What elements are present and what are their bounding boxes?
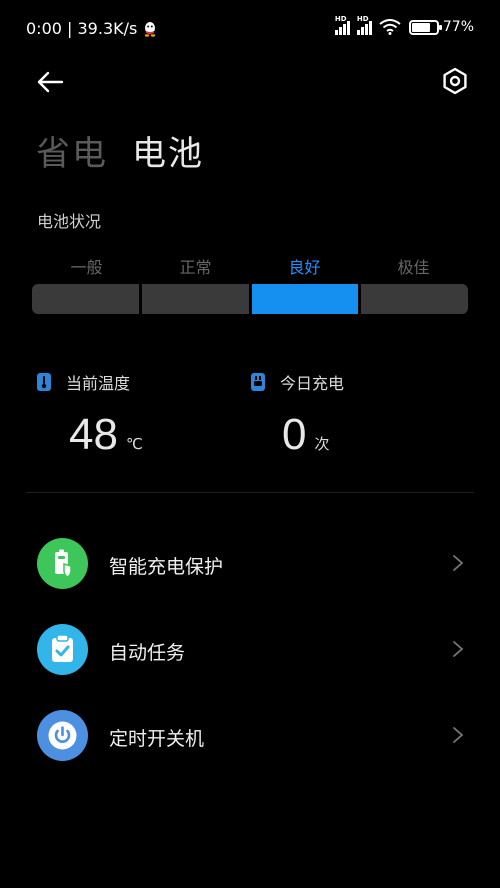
tab-battery[interactable]: 电池 bbox=[132, 126, 204, 175]
status-left: 0:00 | 39.3K/s bbox=[26, 19, 158, 38]
list-item-auto-tasks[interactable]: 自动任务 bbox=[0, 614, 500, 684]
plug-icon bbox=[251, 373, 265, 391]
battery-icon bbox=[408, 19, 442, 35]
level-label-normal: 正常 bbox=[179, 258, 212, 277]
hd-label: HD bbox=[334, 15, 347, 23]
temperature-value: 48 bbox=[69, 410, 118, 459]
list-item-scheduled-power[interactable]: 定时开关机 bbox=[0, 700, 500, 770]
wifi-icon bbox=[379, 19, 401, 35]
auto-tasks-label: 自动任务 bbox=[109, 642, 186, 664]
time-speed-text: 0:00 | 39.3K/s bbox=[26, 19, 138, 38]
smart-charging-label: 智能充电保护 bbox=[109, 556, 224, 578]
power-icon bbox=[37, 710, 88, 761]
clipboard-check-icon bbox=[37, 624, 88, 675]
scheduled-power-label: 定时开关机 bbox=[109, 728, 205, 750]
hd-label-2: HD bbox=[356, 15, 369, 23]
divider bbox=[26, 492, 474, 493]
battery-level-labels: 一般 正常 良好 极佳 bbox=[32, 254, 468, 278]
chevron-right-icon bbox=[453, 555, 464, 571]
tab-power-saving[interactable]: 省电 bbox=[36, 126, 108, 175]
list-item-smart-charging[interactable]: 智能充电保护 bbox=[0, 528, 500, 598]
level-segment-good bbox=[251, 284, 359, 314]
temperature-label: 当前温度 bbox=[66, 374, 131, 393]
level-label-good: 良好 bbox=[288, 258, 321, 277]
tab-bar: 省电 电池 bbox=[36, 126, 228, 175]
charges-today-stat: 今日充电 0 次 bbox=[251, 370, 344, 460]
battery-status-label: 电池状况 bbox=[37, 212, 102, 231]
chevron-right-icon bbox=[453, 727, 464, 743]
charges-today-unit: 次 bbox=[314, 435, 330, 453]
battery-health-bar bbox=[32, 284, 468, 314]
settings-gear-icon[interactable] bbox=[440, 66, 470, 96]
chevron-right-icon bbox=[453, 641, 464, 657]
charges-today-label: 今日充电 bbox=[280, 374, 345, 393]
signal-icon: HD bbox=[334, 15, 351, 35]
qq-icon bbox=[142, 21, 158, 37]
battery-shield-icon bbox=[37, 538, 88, 589]
level-segment-normal bbox=[141, 284, 249, 314]
back-arrow-icon[interactable] bbox=[34, 66, 66, 98]
thermometer-icon bbox=[37, 373, 51, 391]
signal-icon-2: HD bbox=[356, 15, 373, 35]
battery-percent: 77% bbox=[442, 19, 474, 35]
level-segment-fair bbox=[32, 284, 139, 314]
level-label-excellent: 极佳 bbox=[397, 258, 430, 277]
level-segment-excellent bbox=[361, 284, 468, 314]
temperature-unit: ℃ bbox=[125, 435, 143, 453]
charges-today-value: 0 bbox=[282, 410, 307, 459]
status-bar: 0:00 | 39.3K/s HD HD 77% bbox=[0, 0, 500, 60]
level-label-fair: 一般 bbox=[70, 258, 103, 277]
battery-fill bbox=[411, 22, 431, 32]
temperature-stat: 当前温度 48 ℃ bbox=[37, 370, 143, 460]
status-right: HD HD 77% bbox=[334, 15, 474, 35]
